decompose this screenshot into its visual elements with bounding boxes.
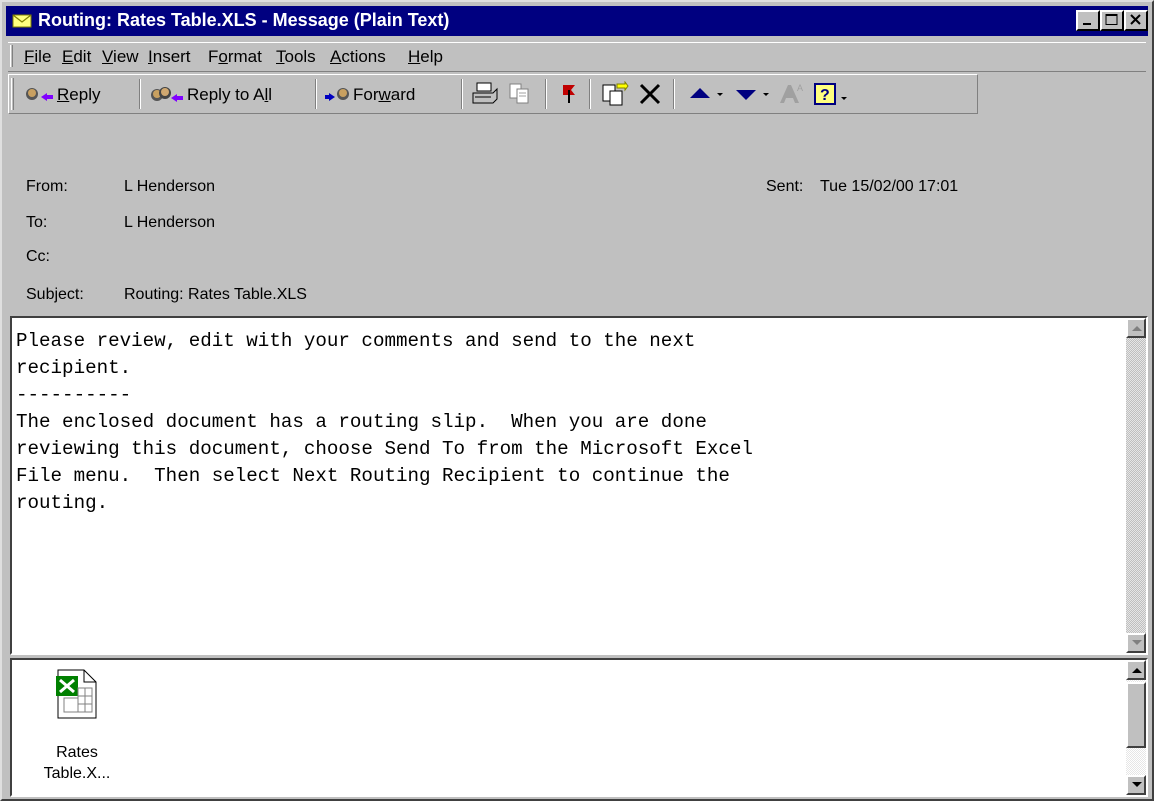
attachments-scroll-up-button[interactable] bbox=[1126, 660, 1146, 680]
excel-file-icon[interactable] bbox=[54, 668, 98, 720]
body-scroll-up-button bbox=[1126, 318, 1146, 338]
toolbar-separator bbox=[545, 79, 547, 109]
reply-all-icon bbox=[151, 87, 183, 102]
reply-button[interactable]: Reply bbox=[23, 81, 133, 109]
next-item-icon[interactable] bbox=[733, 81, 773, 107]
copy-icon[interactable] bbox=[507, 81, 533, 107]
menu-grip[interactable] bbox=[10, 45, 13, 67]
attachments-pane: Rates Table.X... bbox=[10, 658, 1148, 797]
menu-edit[interactable]: Edit bbox=[62, 47, 91, 67]
svg-text:?: ? bbox=[820, 87, 830, 104]
forward-button[interactable]: Forward bbox=[323, 81, 453, 109]
toolbar-separator bbox=[461, 79, 463, 109]
font-size-icon: A bbox=[780, 83, 803, 103]
toolbar-grip[interactable] bbox=[11, 78, 14, 110]
attachments-scroll-down-button[interactable] bbox=[1126, 775, 1146, 795]
maximize-button[interactable] bbox=[1100, 10, 1124, 31]
toolbar-separator bbox=[589, 79, 591, 109]
move-to-folder-icon[interactable] bbox=[601, 81, 629, 107]
message-text[interactable]: Please review, edit with your comments a… bbox=[16, 328, 1106, 517]
previous-item-icon[interactable] bbox=[687, 81, 727, 107]
reply-to-all-button[interactable]: Reply to All bbox=[149, 81, 307, 109]
menu-bar: File Edit View Insert Format Tools Actio… bbox=[8, 42, 1146, 72]
arrow-up-icon bbox=[1132, 668, 1142, 673]
sent-label: Sent: bbox=[766, 178, 804, 195]
cc-label: Cc: bbox=[26, 248, 50, 265]
delete-icon[interactable] bbox=[637, 81, 663, 107]
attachment-name-line2: Table.X... bbox=[43, 765, 111, 782]
from-value[interactable]: L Henderson bbox=[124, 178, 215, 196]
sent-value: Tue 15/02/00 17:01 bbox=[820, 178, 959, 195]
menu-actions[interactable]: Actions bbox=[330, 47, 386, 67]
body-scrollbar bbox=[1126, 318, 1146, 653]
message-window: Routing: Rates Table.XLS - Message (Plai… bbox=[0, 0, 1154, 801]
toolbar-separator bbox=[673, 79, 675, 109]
flag-icon[interactable] bbox=[557, 81, 581, 107]
minimize-button[interactable] bbox=[1076, 10, 1100, 31]
to-label: To: bbox=[26, 214, 48, 231]
menu-tools[interactable]: Tools bbox=[276, 47, 316, 67]
attachment-item[interactable]: Rates Table.X... bbox=[32, 666, 122, 791]
maximize-icon bbox=[1105, 14, 1118, 25]
attachments-scrollbar[interactable] bbox=[1126, 660, 1146, 795]
help-icon[interactable]: ? bbox=[813, 81, 853, 107]
menu-format[interactable]: Format bbox=[208, 47, 262, 67]
close-icon bbox=[1130, 14, 1141, 25]
reply-icon bbox=[26, 88, 53, 101]
menu-help[interactable]: Help bbox=[408, 47, 443, 67]
to-value[interactable]: L Henderson bbox=[124, 214, 215, 232]
attachment-name: Rates Table.X... bbox=[32, 742, 122, 784]
attachment-name-line1: Rates bbox=[56, 744, 98, 761]
menu-file[interactable]: File bbox=[24, 47, 51, 67]
menu-insert[interactable]: Insert bbox=[148, 47, 191, 67]
envelope-icon bbox=[12, 14, 32, 28]
scroll-thumb[interactable] bbox=[1126, 682, 1146, 748]
arrow-down-icon bbox=[1132, 782, 1142, 787]
arrow-up-icon bbox=[1132, 326, 1142, 331]
toolbar-separator bbox=[315, 79, 317, 109]
svg-text:A: A bbox=[797, 83, 803, 93]
close-button[interactable] bbox=[1124, 10, 1148, 31]
from-label: From: bbox=[26, 178, 68, 195]
minimize-icon bbox=[1083, 23, 1091, 25]
window-title: Routing: Rates Table.XLS - Message (Plai… bbox=[38, 10, 450, 30]
subject-label: Subject: bbox=[26, 286, 84, 303]
print-icon[interactable] bbox=[471, 81, 499, 107]
title-bar[interactable]: Routing: Rates Table.XLS - Message (Plai… bbox=[6, 6, 1148, 36]
menu-view[interactable]: View bbox=[102, 47, 139, 67]
toolbar-separator bbox=[139, 79, 141, 109]
subject-value: Routing: Rates Table.XLS bbox=[124, 286, 307, 303]
arrow-down-icon bbox=[1132, 640, 1142, 645]
forward-icon bbox=[325, 88, 349, 101]
standard-toolbar: Reply Reply to All Forward A ? bbox=[8, 74, 978, 114]
body-scroll-down-button bbox=[1126, 633, 1146, 653]
message-body[interactable]: Please review, edit with your comments a… bbox=[10, 316, 1148, 655]
